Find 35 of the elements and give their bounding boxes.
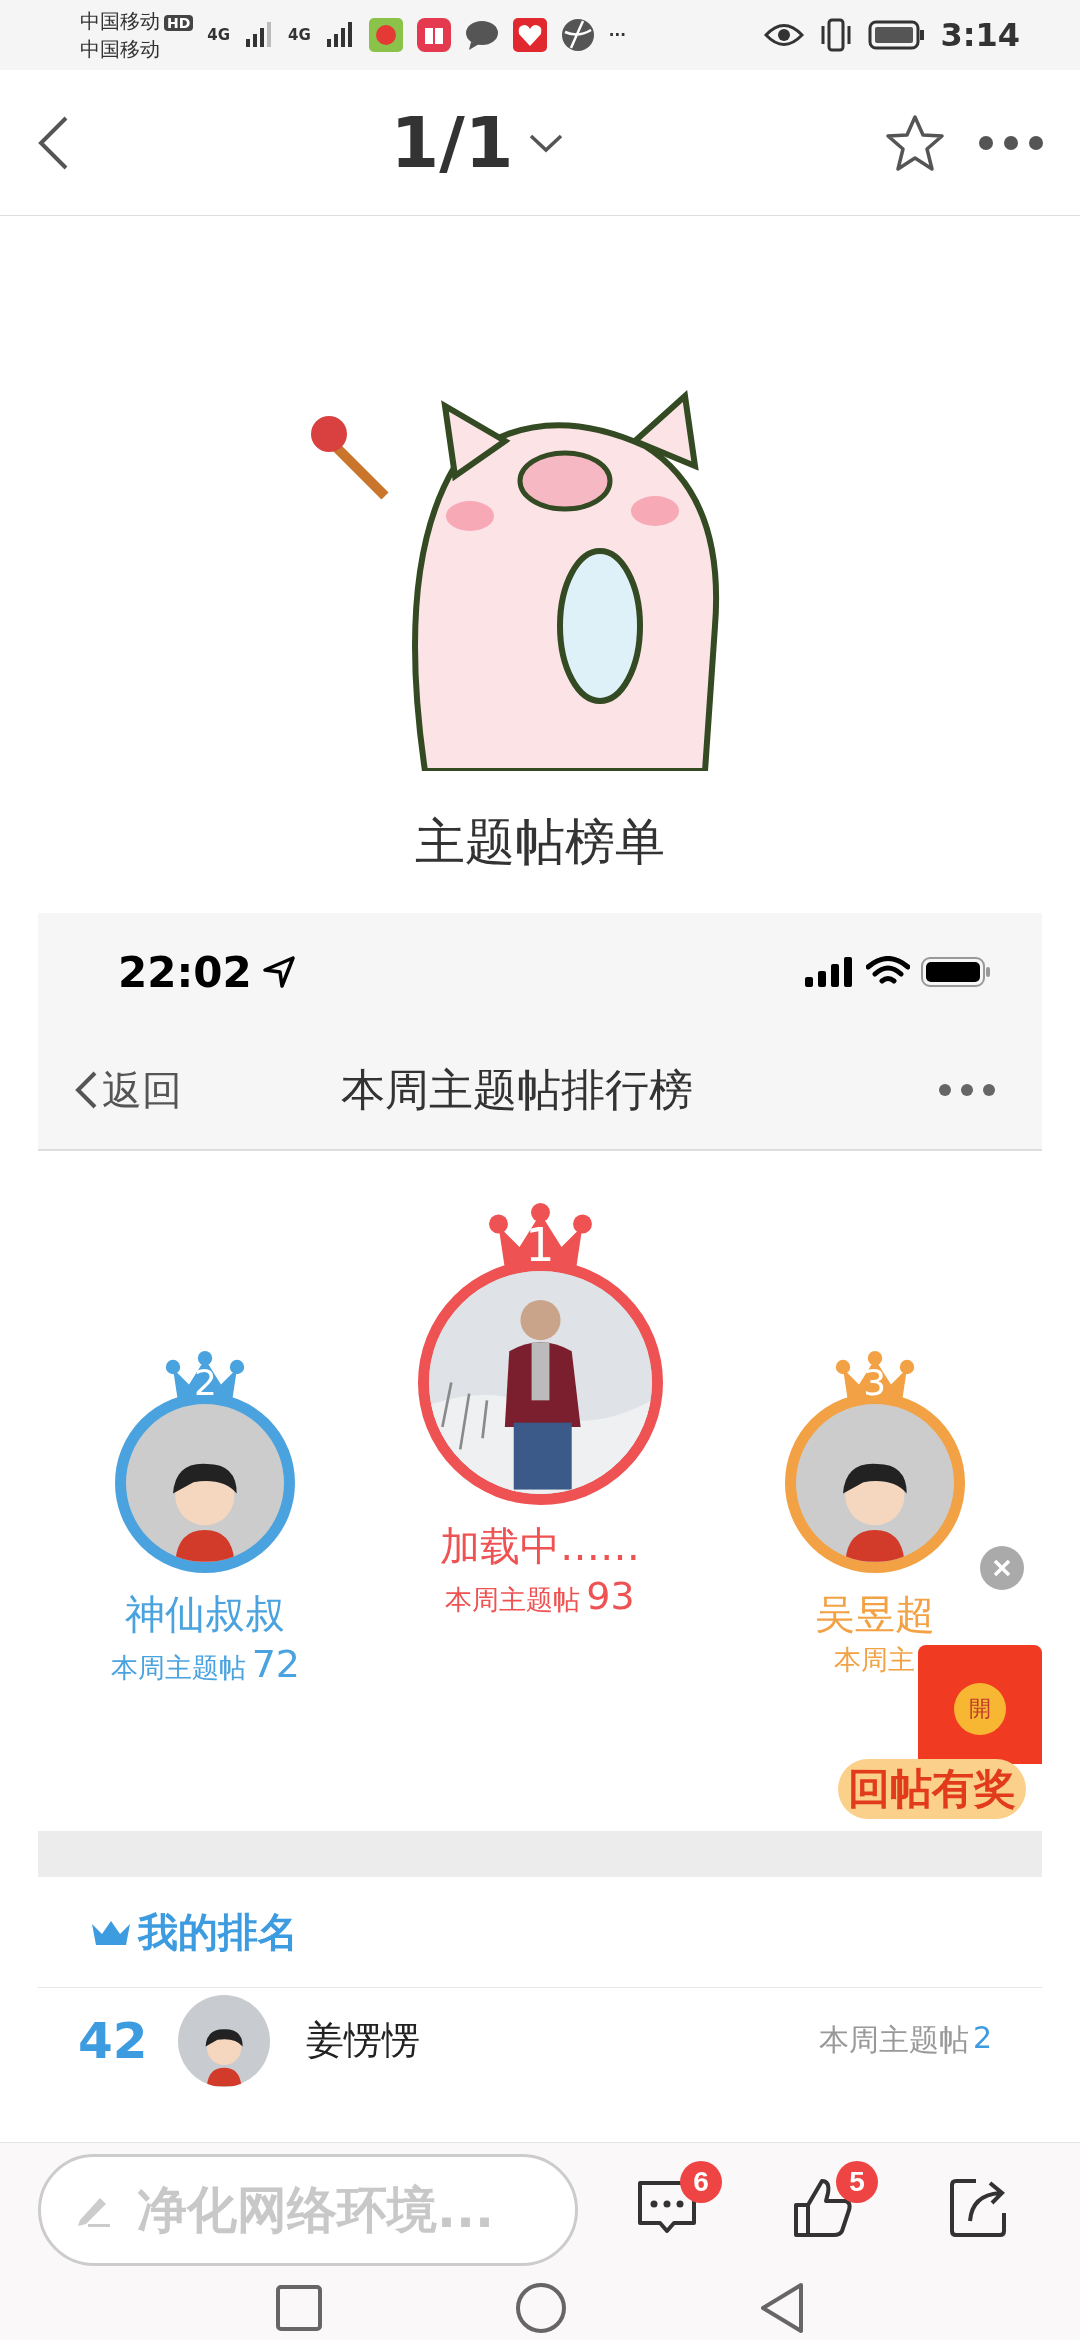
envelope-seal: 開 (954, 1683, 1006, 1735)
post-count-label: 本周主题帖 (818, 2021, 969, 2059)
network-type: 4G (207, 26, 231, 44)
post-count: 72 (251, 1641, 300, 1686)
rank-number: 1 (525, 1222, 555, 1269)
rank-number: 2 (193, 1364, 217, 1401)
image-caption: 主题帖榜单 (415, 811, 665, 873)
page-selector[interactable]: 1/1 (390, 101, 564, 184)
rank-number: 42 (78, 2011, 149, 2070)
post-count-label: 本周主题帖 (110, 1650, 246, 1685)
envelope-button[interactable]: 開 (918, 1645, 1042, 1764)
user-name: 吴昱超 (814, 1589, 935, 1639)
comment-button[interactable]: 6 (636, 2161, 722, 2242)
hd-badge: HD (164, 15, 194, 31)
user-name: 加载中…… (440, 1522, 640, 1572)
post-count: 93 (586, 1574, 635, 1619)
carrier-name: 中国移动 (80, 36, 161, 62)
back-button[interactable]: 返回 (74, 1062, 182, 1118)
post-count-label: 本周主题帖 (445, 1583, 581, 1618)
rank-number: 3 (863, 1364, 887, 1401)
carrier-name: 中国移动 HD (80, 8, 194, 36)
screen-title: 本周主题帖排行榜 (340, 1062, 694, 1117)
count-badge: 6 (680, 2161, 722, 2203)
like-button[interactable]: 5 (792, 2161, 878, 2242)
user-name: 神仙叔叔 (125, 1589, 286, 1639)
network-type: 4G (288, 26, 311, 44)
promo-label[interactable]: 回帖有奖 (838, 1759, 1026, 1819)
count-badge: 5 (836, 2161, 878, 2203)
clock-time: 3:14 (940, 16, 1020, 54)
post-count-label: 本周主 (834, 1642, 916, 1677)
clock-time: 22:02 (118, 947, 252, 997)
user-name: 姜愣愣 (306, 2017, 421, 2064)
more-notifications: ··· (608, 26, 626, 44)
post-count: 2 (972, 2020, 992, 2057)
section-title: 我的排名 (138, 1907, 298, 1957)
